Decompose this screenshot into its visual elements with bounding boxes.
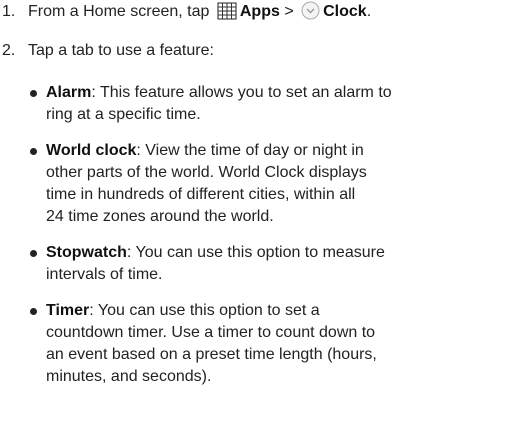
bullet-icon [30,250,37,257]
step-number: 1. [2,3,16,20]
feature-line: minutes, and seconds). [46,368,212,385]
bullet-icon [30,308,37,315]
feature-line: other parts of the world. World Clock di… [46,164,367,181]
step-2: 2. Tap a tab to use a feature: [0,40,214,62]
bullet-icon [30,90,37,97]
document-page: 1. From a Home screen, tap Apps > Clock.… [0,0,511,425]
step-1-period: . [366,3,372,20]
list-item-alarm: Alarm: This feature allows you to set an… [28,82,511,126]
list-item-world-clock: World clock: View the time of day or nig… [28,140,511,228]
clock-icon [301,1,320,27]
feature-name: World clock [46,142,137,159]
list-item-timer: Timer: You can use this option to set a … [28,300,511,388]
apps-label: Apps [239,3,280,20]
step-1-text: From a Home screen, tap [28,3,210,20]
feature-line: time in hundreds of different cities, wi… [46,186,356,203]
apps-grid-icon [217,2,237,27]
menu-separator: > [284,3,294,20]
feature-line: an event based on a preset time length (… [46,346,377,363]
clock-label: Clock [323,3,367,20]
feature-line: Stopwatch: You can use this option to me… [46,244,385,261]
step-1: 1. From a Home screen, tap Apps > Clock. [0,1,371,27]
feature-line: Timer: You can use this option to set a [46,302,320,319]
feature-line: Alarm: This feature allows you to set an… [46,84,392,101]
step-2-text: Tap a tab to use a feature: [28,42,214,59]
feature-line: ring at a specific time. [46,106,201,123]
bullet-icon [30,148,37,155]
feature-line: 24 time zones around the world. [46,208,274,225]
feature-line: countdown timer. Use a timer to count do… [46,324,376,341]
feature-line: World clock: View the time of day or nig… [46,142,364,159]
feature-name: Stopwatch [46,244,127,261]
feature-name: Timer [46,302,90,319]
feature-line: intervals of time. [46,266,163,283]
list-item-stopwatch: Stopwatch: You can use this option to me… [28,242,511,286]
feature-name: Alarm [46,84,92,101]
feature-list: Alarm: This feature allows you to set an… [28,82,511,402]
step-number: 2. [2,42,16,59]
